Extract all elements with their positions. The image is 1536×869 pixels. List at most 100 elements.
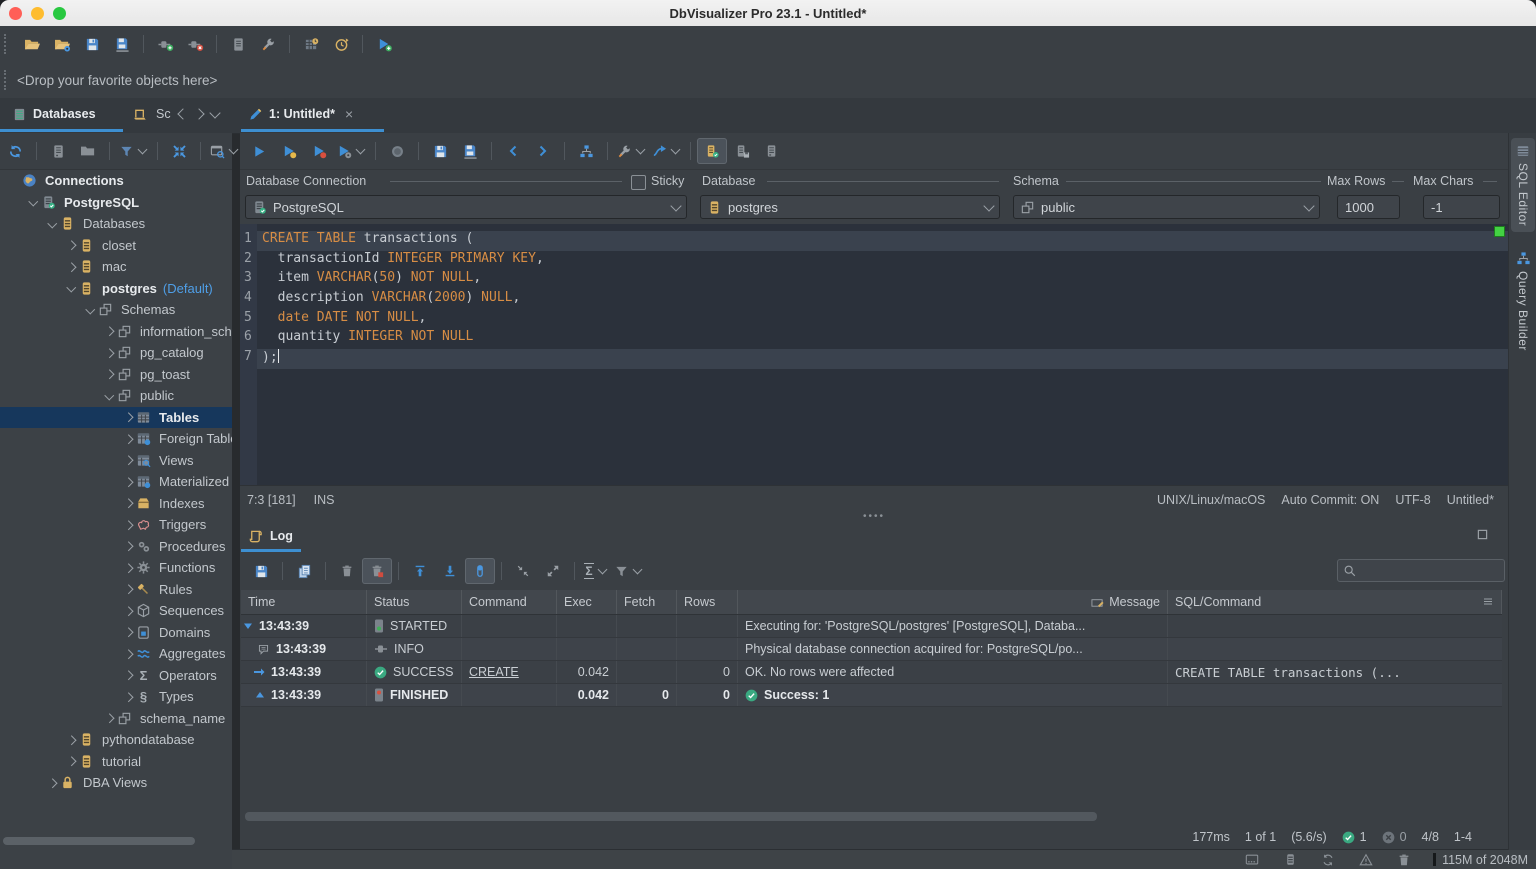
tree-item-tables[interactable]: Tables: [0, 407, 232, 429]
tree-expander-icon[interactable]: [103, 715, 115, 722]
tree-item-schema-name[interactable]: schema_name: [0, 708, 232, 730]
tree-item-information-sche[interactable]: information_sche: [0, 321, 232, 343]
log-row-started[interactable]: 13:43:39STARTEDExecuting for: 'PostgreSQ…: [241, 615, 1502, 638]
tri-up-icon[interactable]: [255, 690, 265, 700]
tree-expander-icon[interactable]: [122, 694, 134, 701]
mem-warn-button[interactable]: [1351, 847, 1381, 869]
plug-plus-button[interactable]: [150, 31, 180, 57]
redirect-button[interactable]: [649, 138, 684, 164]
tree-item-triggers[interactable]: Triggers: [0, 514, 232, 536]
save-button[interactable]: [246, 558, 276, 584]
tree-item-schemas[interactable]: Schemas: [0, 299, 232, 321]
nav-right-button[interactable]: [528, 138, 558, 164]
sql-editor[interactable]: 1234567 CREATE TABLE transactions ( tran…: [240, 224, 1508, 485]
tree-item-types[interactable]: §Types: [0, 686, 232, 708]
tree-item-tutorial[interactable]: tutorial: [0, 751, 232, 773]
collapse-button[interactable]: [164, 138, 194, 164]
tree-expander-icon[interactable]: [65, 286, 77, 291]
tree-item-pg-toast[interactable]: pg_toast: [0, 364, 232, 386]
play-button[interactable]: [244, 138, 274, 164]
memory-usage[interactable]: 115M of 2048M: [1442, 853, 1528, 867]
column-header-status[interactable]: Status: [367, 590, 462, 614]
code-line-5[interactable]: date DATE NOT NULL,: [257, 310, 1508, 330]
save-all-button[interactable]: [107, 31, 137, 57]
tree-item-foreign-table[interactable]: Foreign Table: [0, 428, 232, 450]
tab-next-icon[interactable]: [193, 108, 204, 119]
tree-expander-icon[interactable]: [103, 328, 115, 335]
tree-item-materialized-v[interactable]: Materialized V: [0, 471, 232, 493]
server-save-button[interactable]: [727, 138, 757, 164]
copy-button[interactable]: [289, 558, 319, 584]
sidebar-hscrollbar[interactable]: [3, 837, 195, 845]
close-tab-icon[interactable]: ×: [345, 106, 353, 122]
funnel-button[interactable]: [611, 558, 646, 584]
tree-expander-icon[interactable]: [122, 522, 134, 529]
tab-document-untitled[interactable]: 1: Untitled* ×: [248, 98, 353, 130]
bubble-icon[interactable]: [257, 643, 270, 656]
tree-expander-icon[interactable]: [65, 264, 77, 271]
tree-expander-icon[interactable]: [103, 350, 115, 357]
tree-item-pg-catalog[interactable]: pg_catalog: [0, 342, 232, 364]
favorites-grip[interactable]: [4, 70, 9, 90]
tree-item-closet[interactable]: closet: [0, 235, 232, 257]
tree-item-aggregates[interactable]: Aggregates: [0, 643, 232, 665]
database-select[interactable]: postgres: [700, 195, 1000, 219]
save-button[interactable]: [425, 138, 455, 164]
tree-expander-icon[interactable]: [27, 200, 39, 205]
nav-left-button[interactable]: [498, 138, 528, 164]
tree-item-dba-views[interactable]: DBA Views: [0, 772, 232, 794]
folder2-button[interactable]: [73, 138, 103, 164]
tree-item-domains[interactable]: Domains: [0, 622, 232, 644]
tree-item-postgresql[interactable]: PostgreSQL: [0, 192, 232, 214]
expand-button[interactable]: [538, 558, 568, 584]
column-header-fetch[interactable]: Fetch: [617, 590, 677, 614]
tab-databases[interactable]: Databases: [12, 98, 96, 130]
tree-expander-icon[interactable]: [103, 371, 115, 378]
sticky-checkbox[interactable]: [631, 175, 646, 190]
save-button[interactable]: [77, 31, 107, 57]
tree-item-functions[interactable]: Functions: [0, 557, 232, 579]
arrow-right-blue-icon[interactable]: [253, 667, 265, 677]
pill-button[interactable]: [465, 558, 495, 584]
tree-item-procedures[interactable]: Procedures: [0, 536, 232, 558]
server-plain-button[interactable]: [757, 138, 787, 164]
mem-window-button[interactable]: [1237, 847, 1267, 869]
tree-item-sequences[interactable]: Sequences: [0, 600, 232, 622]
filter-button[interactable]: [116, 138, 151, 164]
tree-item-connections[interactable]: Connections: [0, 170, 232, 192]
table-clock-button[interactable]: [296, 31, 326, 57]
code-line-4[interactable]: description VARCHAR(2000) NULL,: [257, 290, 1508, 310]
tree-expander-icon[interactable]: [84, 308, 96, 313]
tab-list-chevron-icon[interactable]: [209, 107, 220, 118]
tab-query-builder[interactable]: Query Builder: [1511, 245, 1535, 357]
tree-expander-icon[interactable]: [122, 565, 134, 572]
tree-expander-icon[interactable]: [122, 479, 134, 486]
tree-item-operators[interactable]: ΣOperators: [0, 665, 232, 687]
tab-log[interactable]: Log: [248, 529, 293, 544]
tree-expander-icon[interactable]: [65, 758, 77, 765]
code-line-2[interactable]: transactionId INTEGER PRIMARY KEY,: [257, 251, 1508, 271]
tab-scripts[interactable]: Sc: [133, 98, 219, 130]
plug-x-button[interactable]: [180, 31, 210, 57]
tree-item-views[interactable]: Views: [0, 450, 232, 472]
log-row-success[interactable]: 13:43:39SUCCESSCREATE0.0420OK. No rows w…: [241, 661, 1502, 684]
tree-expander-icon[interactable]: [122, 436, 134, 443]
arr-top-button[interactable]: [405, 558, 435, 584]
tree-item-rules[interactable]: Rules: [0, 579, 232, 601]
splitter-handle[interactable]: ••••: [240, 512, 1508, 520]
arr-bottom-button[interactable]: [435, 558, 465, 584]
log-row-finished[interactable]: 13:43:39FINISHED0.04200Success: 1: [241, 684, 1502, 707]
log-hscrollbar[interactable]: [245, 812, 1097, 821]
shrink-button[interactable]: [508, 558, 538, 584]
folder-open-button[interactable]: [17, 31, 47, 57]
wrench-button[interactable]: [253, 31, 283, 57]
log-command-link[interactable]: CREATE: [469, 665, 519, 679]
orgchart-button[interactable]: [571, 138, 601, 164]
tree-expander-icon[interactable]: [103, 394, 115, 399]
server-button[interactable]: [43, 138, 73, 164]
stop-button[interactable]: [382, 138, 412, 164]
tree-item-public[interactable]: public: [0, 385, 232, 407]
tree-item-mac[interactable]: mac: [0, 256, 232, 278]
max-chars-input[interactable]: -1: [1423, 195, 1500, 219]
code-line-3[interactable]: item VARCHAR(50) NOT NULL,: [257, 270, 1508, 290]
